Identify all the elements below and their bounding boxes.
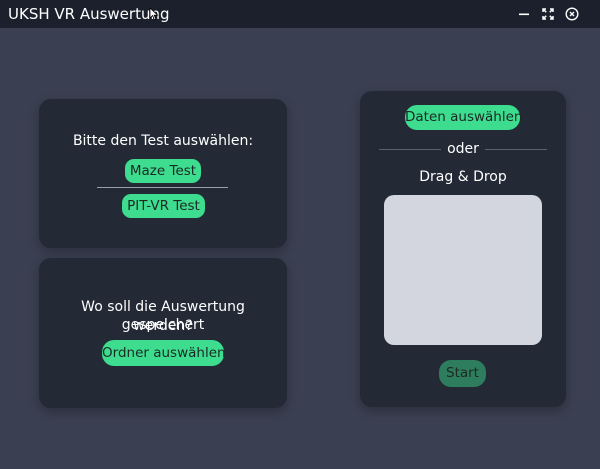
minimize-icon — [518, 8, 530, 20]
select-folder-button[interactable]: Ordner auswählen — [102, 340, 226, 366]
save-prompt-line2: werden? — [133, 318, 193, 334]
mouse-cursor-icon — [149, 6, 159, 21]
test-selection-panel: Bitte den Test auswählen: Maze Test PIT-… — [39, 99, 287, 248]
maze-test-button[interactable]: Maze Test — [125, 159, 201, 183]
select-data-button[interactable]: Daten auswählen — [405, 105, 522, 130]
save-location-panel: Wo soll die Auswertung gespeichert werde… — [39, 258, 287, 408]
close-button[interactable] — [562, 4, 582, 24]
minimize-button[interactable] — [514, 4, 534, 24]
window-title: UKSH VR Auswertung — [8, 5, 170, 23]
title-bar: UKSH VR Auswertung — [0, 0, 600, 28]
test-prompt: Bitte den Test auswählen: — [72, 133, 254, 149]
drag-drop-label: Drag & Drop — [419, 169, 507, 185]
separator-line-left — [379, 149, 441, 150]
maximize-button[interactable] — [538, 4, 558, 24]
option-divider — [97, 187, 228, 188]
maximize-icon — [542, 8, 554, 20]
data-selection-panel: Daten auswählen oder Drag & Drop Start — [360, 91, 566, 407]
separator-label: oder — [447, 141, 479, 157]
close-icon — [565, 7, 579, 21]
drop-zone[interactable] — [384, 195, 542, 345]
separator-line-right — [485, 149, 547, 150]
start-button[interactable]: Start — [439, 360, 486, 387]
pit-vr-test-button[interactable]: PIT-VR Test — [122, 194, 205, 218]
